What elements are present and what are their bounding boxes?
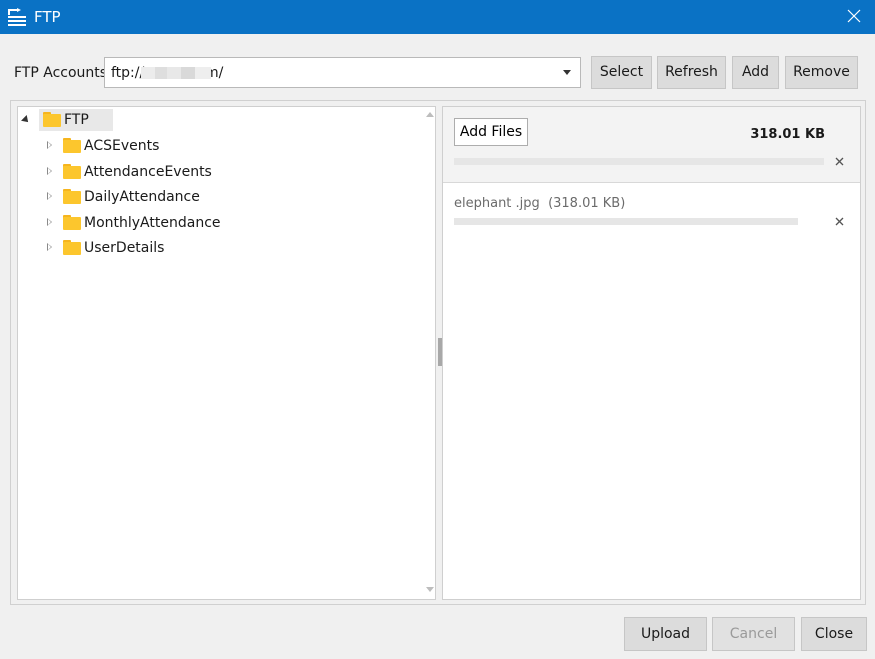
close-button[interactable]: Close <box>801 617 867 651</box>
file-progress-bar <box>454 218 798 225</box>
add-files-button[interactable]: Add Files <box>454 118 528 146</box>
window-title: FTP <box>34 8 61 26</box>
ftp-transfer-icon <box>8 8 26 26</box>
file-size-text: (318.01 KB) <box>548 196 626 211</box>
redacted-host <box>141 67 211 79</box>
collapsed-arrow-icon[interactable] <box>47 167 52 175</box>
scroll-up-icon[interactable] <box>426 112 434 117</box>
folder-icon <box>63 240 81 255</box>
total-size-label: 318.01 KB <box>750 127 825 142</box>
folder-icon <box>43 112 61 127</box>
tree-item-label: UserDetails <box>84 240 165 256</box>
folder-icon <box>63 138 81 153</box>
folder-tree[interactable] <box>17 106 436 600</box>
total-progress-bar <box>454 158 824 165</box>
clear-all-icon[interactable] <box>835 157 844 166</box>
collapsed-arrow-icon[interactable] <box>47 218 52 226</box>
ftp-account-dropdown[interactable]: ftp:// com/ <box>104 57 581 88</box>
file-name-text: elephant .jpg <box>454 196 540 211</box>
cancel-button[interactable]: Cancel <box>712 617 795 651</box>
tree-item-label: MonthlyAttendance <box>84 215 221 231</box>
tree-root-label: FTP <box>64 112 89 128</box>
folder-icon <box>63 215 81 230</box>
remove-file-icon[interactable] <box>835 217 844 226</box>
folder-icon <box>63 164 81 179</box>
upload-button[interactable]: Upload <box>624 617 707 651</box>
tree-item-label: AttendanceEvents <box>84 164 212 180</box>
collapsed-arrow-icon[interactable] <box>47 243 52 251</box>
chevron-down-icon[interactable] <box>563 70 571 75</box>
remove-account-button[interactable]: Remove <box>785 56 858 89</box>
collapsed-arrow-icon[interactable] <box>47 141 52 149</box>
collapsed-arrow-icon[interactable] <box>47 192 52 200</box>
refresh-button[interactable]: Refresh <box>657 56 726 89</box>
folder-icon <box>63 189 81 204</box>
close-icon[interactable] <box>847 9 861 23</box>
add-account-button[interactable]: Add <box>732 56 779 89</box>
tree-item-label: DailyAttendance <box>84 189 200 205</box>
title-bar: FTP <box>0 0 875 34</box>
scroll-down-icon[interactable] <box>426 587 434 592</box>
file-entry-name: elephant .jpg (318.01 KB) <box>454 196 625 212</box>
tree-item-label: ACSEvents <box>84 138 160 154</box>
select-button[interactable]: Select <box>591 56 652 89</box>
ftp-accounts-label: FTP Accounts <box>14 65 108 81</box>
